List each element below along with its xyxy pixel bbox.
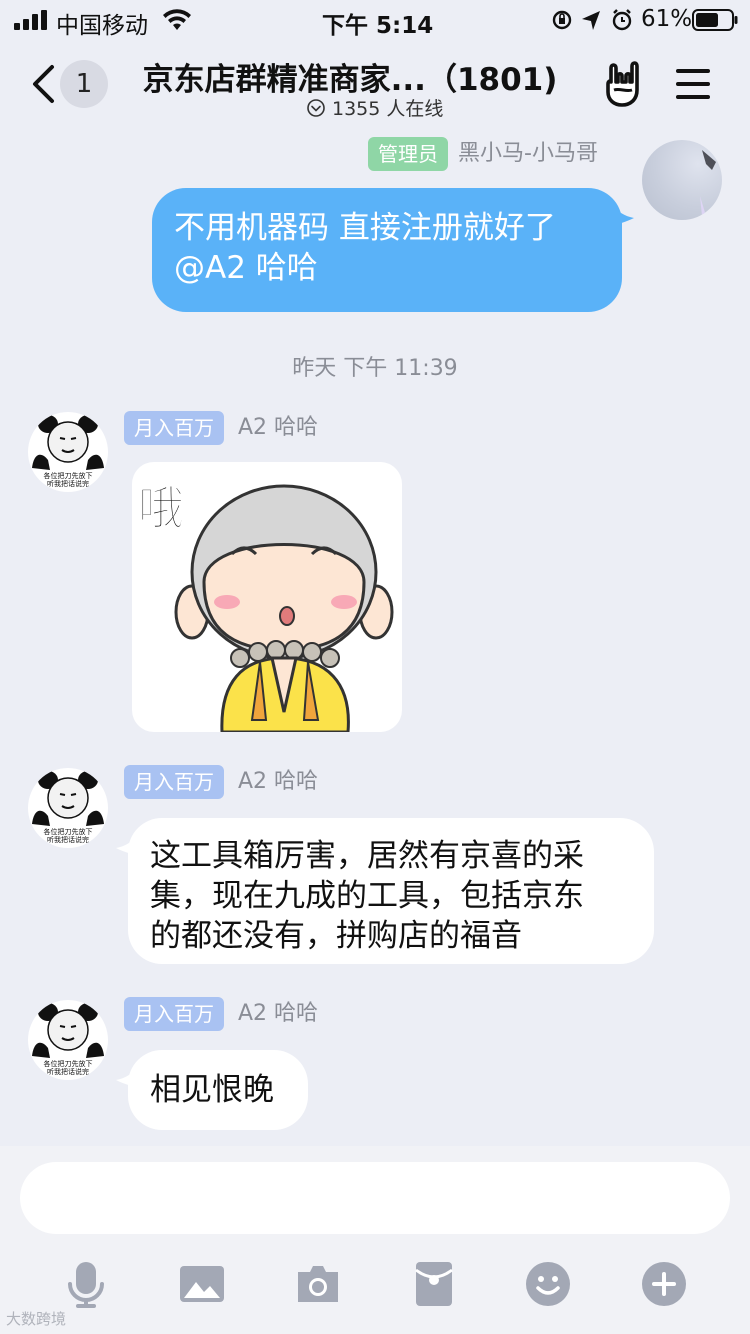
menu-icon[interactable]: [674, 66, 712, 102]
avatar-image: [700, 150, 716, 216]
battery-icon: [692, 9, 738, 31]
camera-icon[interactable]: [294, 1260, 342, 1308]
message-list[interactable]: 管理员 黑小马-小马哥 不用机器码 直接注册就好了 @A2 哈哈 昨天 下午 1…: [0, 128, 750, 1146]
message-line: 不用机器码 直接注册就好了: [174, 210, 556, 246]
back-chevron-icon[interactable]: [30, 64, 56, 104]
image-icon[interactable]: [178, 1260, 226, 1308]
sender-name[interactable]: 黑小马-小马哥: [458, 137, 598, 171]
sticker-caption: 哦: [138, 481, 184, 535]
battery-percent: 61%: [641, 6, 693, 32]
signal-icon: [14, 10, 47, 30]
sender-avatar[interactable]: 各位把刀先放下 听我把话说完: [28, 412, 108, 492]
rank-tag: 月入百万: [124, 765, 224, 799]
chat-header: 1 京东店群精准商家...（1801) 1355 人在线: [0, 40, 750, 128]
bubble-tail: [116, 834, 138, 856]
orientation-lock-icon: [552, 10, 572, 30]
avatar-caption: 各位把刀先放下 听我把话说完: [43, 828, 93, 844]
unread-count-badge[interactable]: 1: [60, 60, 108, 108]
message-line: 的都还没有，拼购店的福音: [150, 918, 522, 954]
online-count: 1355 人在线: [332, 98, 444, 120]
outgoing-message-bubble[interactable]: 不用机器码 直接注册就好了 @A2 哈哈: [152, 188, 622, 312]
sender-name[interactable]: A2 哈哈: [238, 765, 318, 799]
wifi-icon: [163, 9, 191, 30]
carrier-label: 中国移动: [56, 13, 148, 39]
message-line: 这工具箱厉害，居然有京喜的采: [150, 838, 584, 874]
composer: [0, 1146, 750, 1334]
admin-role-tag: 管理员: [368, 137, 448, 171]
incoming-message-bubble[interactable]: 这工具箱厉害，居然有京喜的采 集，现在九成的工具，包括京东 的都还没有，拼购店的…: [128, 818, 654, 964]
message-input[interactable]: [20, 1162, 730, 1234]
sender-avatar[interactable]: 各位把刀先放下 听我把话说完: [28, 1000, 108, 1080]
message-line: 集，现在九成的工具，包括京东: [150, 878, 584, 914]
rock-hand-icon[interactable]: [602, 60, 646, 108]
chevron-circle-icon: [307, 98, 325, 117]
clock: 下午 5:14: [322, 13, 434, 39]
online-status[interactable]: 1355 人在线: [306, 94, 443, 121]
microphone-icon[interactable]: [62, 1260, 110, 1308]
avatar-caption: 各位把刀先放下 听我把话说完: [43, 1060, 93, 1076]
watermark: 大数跨境: [6, 1310, 67, 1328]
message-line: 相见恨晚: [150, 1072, 274, 1108]
incoming-message-bubble[interactable]: 相见恨晚: [128, 1050, 308, 1130]
sender-name[interactable]: A2 哈哈: [238, 411, 318, 445]
my-avatar[interactable]: [642, 140, 722, 220]
status-icons: [552, 9, 632, 31]
message-line: @A2 哈哈: [174, 250, 318, 286]
sticker-message[interactable]: 哦: [132, 462, 402, 732]
sender-name[interactable]: A2 哈哈: [238, 997, 318, 1031]
sender-avatar[interactable]: 各位把刀先放下 听我把话说完: [28, 768, 108, 848]
location-arrow-icon: [582, 11, 600, 30]
bubble-tail: [116, 1066, 138, 1088]
emoji-icon[interactable]: [524, 1260, 572, 1308]
message-timestamp: 昨天 下午 11:39: [292, 356, 458, 381]
red-packet-icon[interactable]: [410, 1260, 458, 1308]
status-bar: 中国移动 下午 5:14 61%: [0, 0, 750, 40]
monk-sticker-image: 哦: [138, 481, 394, 732]
plus-icon[interactable]: [640, 1260, 688, 1308]
rank-tag: 月入百万: [124, 411, 224, 445]
bubble-tail: [612, 204, 634, 226]
alarm-icon: [612, 9, 632, 31]
group-title[interactable]: 京东店群精准商家...（1801): [120, 54, 580, 99]
rank-tag: 月入百万: [124, 997, 224, 1031]
avatar-caption: 各位把刀先放下 听我把话说完: [43, 472, 93, 488]
